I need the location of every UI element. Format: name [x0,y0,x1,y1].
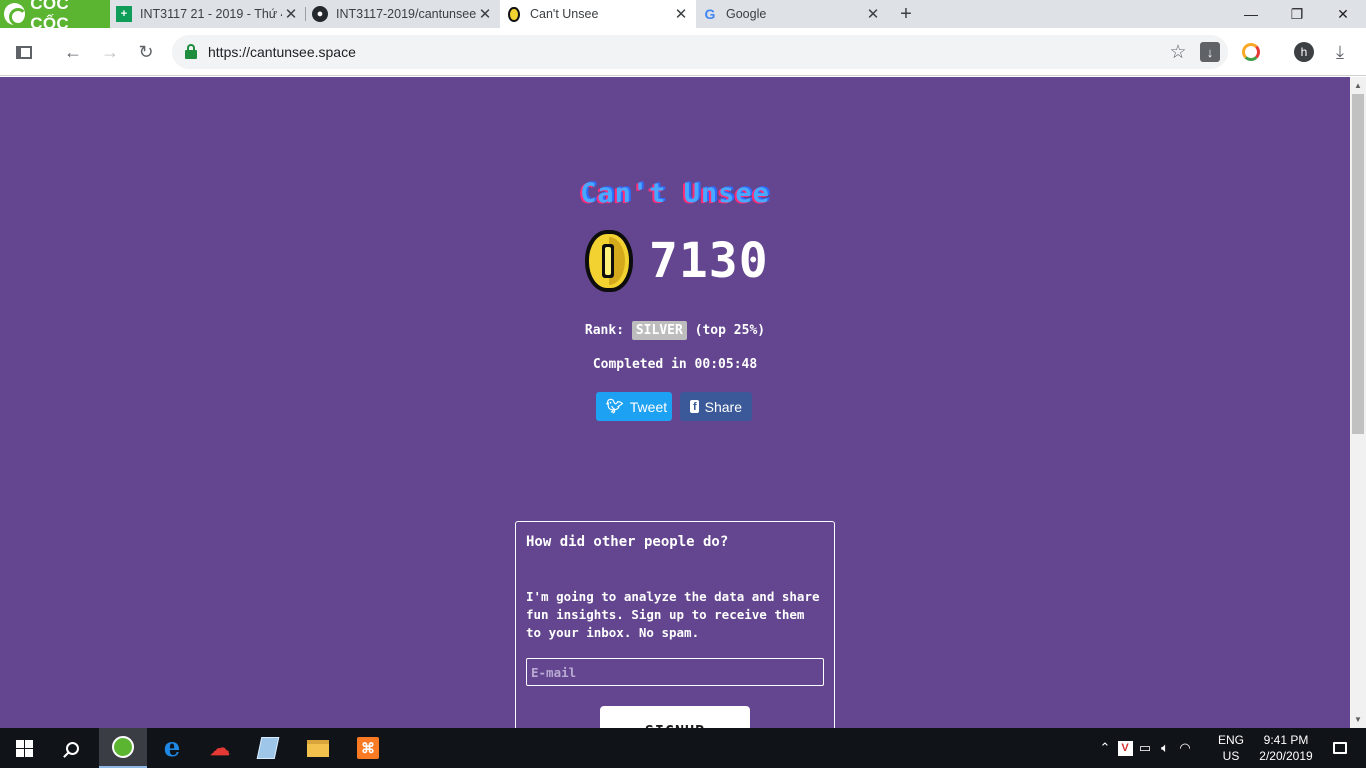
rank-label: Rank: [584,323,625,338]
signup-button[interactable]: SIGNUP [600,706,750,728]
taskbar-coccoc[interactable] [99,728,147,768]
address-bar-actions: ☆ ↓ [1164,38,1228,66]
page-title: Can't Unsee [580,178,770,209]
taskbar-file-explorer[interactable] [294,728,342,768]
keyboard-layout: US [1222,749,1240,763]
browser-brand-button[interactable]: CỐC CỐC [0,0,110,33]
input-language[interactable]: ENG US [1216,732,1246,764]
windows-logo-icon [15,739,33,757]
reload-button[interactable]: ↻ [132,38,160,66]
start-button[interactable] [0,728,48,768]
taskbar-garena[interactable]: ☁︎ [196,728,244,768]
bookmark-star-icon[interactable]: ☆ [1164,38,1192,66]
clock-time: 9:41 PM [1263,733,1309,747]
rank-percentile: (top 25%) [694,323,766,338]
sidebar-toggle-icon[interactable] [10,38,38,66]
garena-icon: ☁︎ [210,737,230,760]
tab-cant-unsee[interactable]: Can't Unsee ✕ [500,0,696,28]
facebook-icon: f [690,400,699,413]
rank-badge: SILVER [631,321,687,340]
completion-time: Completed in 00:05:48 [592,357,758,372]
clock-date: 2/20/2019 [1259,749,1313,763]
restore-button[interactable]: ❐ [1274,0,1320,28]
tab-close-icon[interactable]: ✕ [476,5,494,23]
taskbar-packet-tracer[interactable] [244,728,292,768]
search-button[interactable] [48,728,96,768]
language-code: ENG [1217,733,1244,747]
share-buttons: 🐦︎ Tweet f Share [596,392,760,421]
tab-sheets[interactable]: + INT3117 21 - 2019 - Thứ 4 ✕ [110,0,306,28]
coccoc-extension-icon[interactable] [1237,38,1265,66]
save-page-icon[interactable]: ↓ [1200,42,1220,62]
xampp-icon: ⌘ [357,737,379,759]
action-center-button[interactable] [1320,728,1360,768]
search-icon [65,741,79,755]
forward-button[interactable]: → [96,38,124,66]
minimize-button[interactable]: — [1228,0,1274,28]
tab-title: INT3117-2019/cantunsee_ [336,7,476,21]
back-button[interactable]: ← [59,38,87,66]
scrollbar-thumb[interactable] [1352,94,1364,434]
taskbar-xampp[interactable]: ⌘ [344,728,392,768]
tab-github[interactable]: ● INT3117-2019/cantunsee_ ✕ [306,0,500,28]
packet-tracer-icon [256,737,280,759]
notification-icon [1333,742,1347,754]
show-hidden-icons-chevron-icon[interactable]: ⌃ [1095,728,1115,768]
tweet-label: Tweet [629,398,668,415]
rank-line: Rank: SILVER (top 25%) [525,321,825,340]
page-viewport: Can't Unsee 7130 Rank: SILVER (top 25%) … [0,77,1350,728]
system-tray: ⌃ V ▭ 🔈︎ ◠ [1095,728,1195,768]
sheets-icon: + [116,6,132,22]
coin-icon [585,230,633,292]
scroll-up-arrow-icon[interactable]: ▲ [1350,77,1366,94]
wifi-icon[interactable]: ◠ [1175,728,1195,768]
signup-panel: How did other people do? I'm going to an… [515,521,835,728]
twitter-bird-icon: 🐦︎ [606,398,624,414]
browser-toolbar: ← → ↻ https://cantunsee.space ☆ ↓ h ⤓ [0,28,1366,76]
edge-icon: e [163,733,181,763]
taskbar-clock[interactable]: 9:41 PM 2/20/2019 [1250,732,1322,764]
folder-icon [307,739,329,757]
tab-title: INT3117 21 - 2019 - Thứ 4 [140,7,282,21]
scroll-down-arrow-icon[interactable]: ▼ [1350,711,1366,728]
taskbar-edge[interactable]: e [148,728,196,768]
profile-avatar[interactable]: h [1290,38,1318,66]
url-text[interactable]: https://cantunsee.space [208,44,356,60]
downloads-icon[interactable]: ⤓ [1326,38,1354,66]
score-row: 7130 [585,229,775,293]
battery-icon[interactable]: ▭ [1135,728,1155,768]
page-scrollbar[interactable]: ▲ ▼ [1350,77,1366,728]
tab-title: Can't Unsee [530,7,599,21]
new-tab-button[interactable]: + [896,3,916,25]
panel-description: I'm going to analyze the data and share … [526,589,820,640]
tab-close-icon[interactable]: ✕ [864,5,882,23]
tab-close-icon[interactable]: ✕ [672,5,690,23]
tweet-button[interactable]: 🐦︎ Tweet [596,392,672,421]
tab-title: Google [726,7,767,21]
vietkey-icon[interactable]: V [1115,728,1135,768]
coin-icon [506,6,522,22]
share-label: Share [704,398,742,415]
address-bar[interactable]: https://cantunsee.space ☆ ↓ [172,35,1228,69]
panel-heading: How did other people do? [526,534,729,550]
coccoc-logo-icon [4,3,28,26]
github-icon: ● [312,6,328,22]
tab-close-icon[interactable]: ✕ [282,5,300,23]
tab-google[interactable]: G Google ✕ [696,0,888,28]
facebook-share-button[interactable]: f Share [680,392,752,421]
score-value: 7130 [649,233,769,289]
volume-icon[interactable]: 🔈︎ [1155,728,1175,768]
windows-taskbar: e ☁︎ ⌘ ⌃ V ▭ 🔈︎ ◠ ENG US 9:41 PM 2/20/20… [0,728,1366,768]
close-window-button[interactable]: ✕ [1320,0,1366,28]
coccoc-icon [112,736,134,758]
lock-icon [184,44,198,60]
tab-strip: CỐC CỐC + INT3117 21 - 2019 - Thứ 4 ✕ ● … [0,0,1366,33]
google-icon: G [704,6,716,22]
email-input[interactable] [526,658,824,686]
